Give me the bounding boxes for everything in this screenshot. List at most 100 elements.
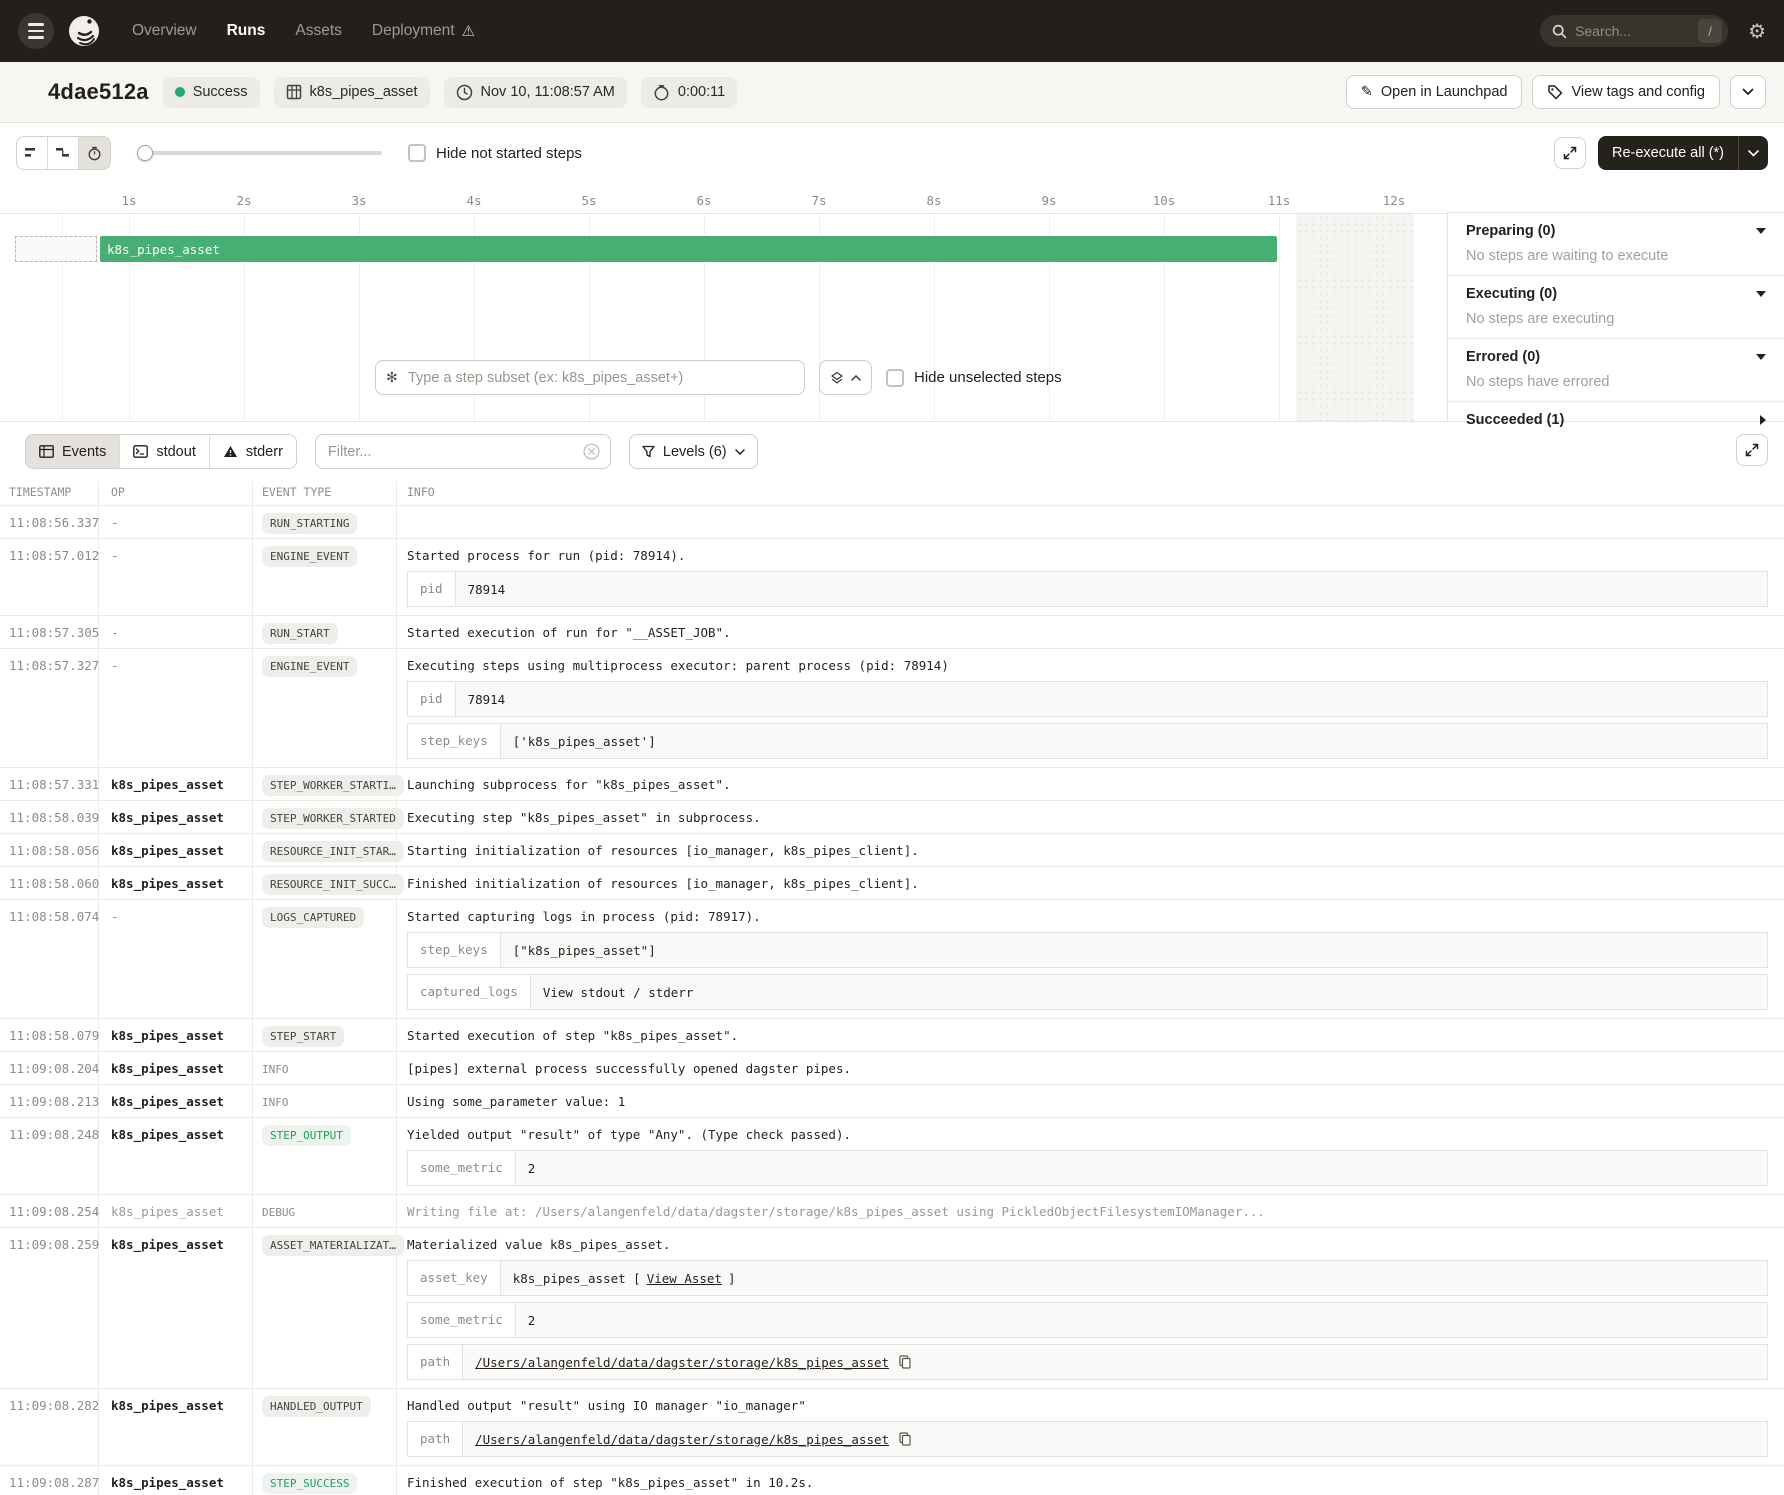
event-row[interactable]: 11:09:08.213k8s_pipes_assetINFOUsing som…	[0, 1084, 1784, 1117]
nav-item-overview[interactable]: Overview	[132, 22, 197, 40]
view-tags-config-button[interactable]: View tags and config	[1532, 75, 1720, 109]
tab-stdout[interactable]: stdout	[120, 435, 210, 468]
levels-dropdown-button[interactable]: Levels (6)	[629, 434, 758, 469]
clock-icon	[456, 84, 473, 101]
event-info-cell: Materialized value k8s_pipes_asset.asset…	[397, 1228, 1784, 1388]
event-row[interactable]: 11:08:58.079k8s_pipes_assetSTEP_STARTSta…	[0, 1018, 1784, 1051]
zoom-slider-knob[interactable]	[137, 145, 153, 161]
hide-not-started-checkbox[interactable]: Hide not started steps	[408, 144, 582, 162]
step-query-options-button[interactable]	[819, 360, 872, 395]
event-type-cell: STEP_WORKER_STARTI…	[253, 768, 397, 800]
copy-icon[interactable]	[899, 1432, 911, 1446]
event-row[interactable]: 11:09:08.248k8s_pipes_assetSTEP_OUTPUTYi…	[0, 1117, 1784, 1194]
event-type-cell: RESOURCE_INIT_SUCC…	[253, 867, 397, 899]
event-op: k8s_pipes_asset	[99, 801, 253, 833]
metadata-key: captured_logs	[408, 975, 531, 1009]
col-info: INFO	[397, 481, 1784, 505]
tab-stderr[interactable]: stderr	[210, 435, 296, 468]
dagster-logo[interactable]	[64, 11, 104, 51]
event-type-chip: DEBUG	[262, 1202, 303, 1223]
hide-unselected-checkbox[interactable]: Hide unselected steps	[886, 369, 1062, 387]
event-row[interactable]: 11:08:58.039k8s_pipes_assetSTEP_WORKER_S…	[0, 800, 1784, 833]
step-subset-input[interactable]	[376, 361, 804, 394]
hide-not-started-label: Hide not started steps	[436, 145, 582, 162]
event-row[interactable]: 11:09:08.204k8s_pipes_assetINFO[pipes] e…	[0, 1051, 1784, 1084]
gantt-section: Hide not started steps Re-execute all (*…	[0, 123, 1784, 421]
nav-item-runs[interactable]: Runs	[227, 22, 266, 40]
event-op: k8s_pipes_asset	[99, 867, 253, 899]
timeline-tick: 9s	[1041, 193, 1056, 208]
gantt-fullscreen-button[interactable]	[1554, 137, 1586, 169]
nav-item-assets[interactable]: Assets	[295, 22, 342, 40]
event-op: k8s_pipes_asset	[99, 1019, 253, 1051]
gantt-view-mode-segmented	[16, 136, 111, 170]
zoom-slider[interactable]	[137, 145, 382, 161]
event-timestamp: 11:08:57.331	[0, 768, 99, 800]
timeline-tick: 10s	[1153, 193, 1176, 208]
checkbox-icon[interactable]	[886, 369, 904, 387]
event-timestamp: 11:09:08.287	[0, 1466, 99, 1495]
event-op: k8s_pipes_asset	[99, 1466, 253, 1495]
metadata-value: 78914	[456, 572, 1767, 606]
start-time-pill: Nov 10, 11:08:57 AM	[444, 77, 627, 108]
clear-filter-icon[interactable]	[583, 443, 600, 460]
chevron-down-icon	[1742, 88, 1754, 96]
search-input[interactable]: Search... /	[1540, 15, 1728, 47]
path-link[interactable]: /Users/alangenfeld/data/dagster/storage/…	[475, 1355, 889, 1370]
event-type-chip: STEP_START	[262, 1026, 344, 1047]
gantt-step-bar[interactable]: k8s_pipes_asset	[100, 236, 1277, 262]
metadata-row: some_metric2	[407, 1150, 1768, 1186]
event-info-cell: Using some_parameter value: 1	[397, 1085, 1784, 1117]
event-row[interactable]: 11:09:08.287k8s_pipes_assetSTEP_SUCCESSF…	[0, 1465, 1784, 1495]
reexecute-dropdown-button[interactable]	[1738, 136, 1768, 170]
event-row[interactable]: 11:08:56.337-RUN_STARTING	[0, 505, 1784, 538]
path-link[interactable]: /Users/alangenfeld/data/dagster/storage/…	[475, 1432, 889, 1447]
event-timestamp: 11:08:57.012	[0, 539, 99, 615]
panel-errored-header[interactable]: Errored (0)	[1448, 339, 1784, 374]
job-pill[interactable]: k8s_pipes_asset	[274, 77, 430, 108]
metadata-row: path/Users/alangenfeld/data/dagster/stor…	[407, 1344, 1768, 1380]
view-waterfall-button[interactable]	[48, 137, 79, 169]
event-row[interactable]: 11:09:08.254k8s_pipes_assetDEBUGWriting …	[0, 1194, 1784, 1227]
chevron-down-icon	[1756, 228, 1766, 234]
view-asset-link[interactable]: View Asset	[647, 1271, 722, 1286]
reexecute-all-button[interactable]: Re-execute all (*)	[1598, 136, 1768, 170]
event-row[interactable]: 11:08:57.305-RUN_STARTStarted execution …	[0, 615, 1784, 648]
copy-icon[interactable]	[899, 1355, 911, 1369]
gear-icon[interactable]: ⚙	[1748, 19, 1766, 44]
event-row[interactable]: 11:09:08.282k8s_pipes_assetHANDLED_OUTPU…	[0, 1388, 1784, 1465]
event-info-text: Starting initialization of resources [io…	[407, 843, 1768, 858]
event-type-cell: STEP_START	[253, 1019, 397, 1051]
events-filter-input[interactable]	[328, 444, 583, 460]
event-row[interactable]: 11:08:58.074-LOGS_CAPTUREDStarted captur…	[0, 899, 1784, 1018]
panel-preparing-header[interactable]: Preparing (0)	[1448, 213, 1784, 248]
view-timed-button[interactable]	[79, 137, 110, 169]
event-row[interactable]: 11:08:57.327-ENGINE_EVENTExecuting steps…	[0, 648, 1784, 767]
metadata-value: View stdout / stderr	[531, 975, 1767, 1009]
events-fullscreen-button[interactable]	[1736, 434, 1768, 466]
search-placeholder: Search...	[1575, 23, 1690, 39]
hamburger-menu-button[interactable]	[18, 13, 54, 49]
tab-events[interactable]: Events	[26, 435, 120, 468]
run-actions-dropdown-button[interactable]	[1730, 75, 1766, 109]
nav-item-deployment[interactable]: Deployment ⚠	[372, 22, 475, 40]
chevron-up-icon	[851, 375, 861, 381]
panel-executing-header[interactable]: Executing (0)	[1448, 276, 1784, 311]
metadata-value: 78914	[456, 682, 1767, 716]
event-row[interactable]: 11:09:08.259k8s_pipes_assetASSET_MATERIA…	[0, 1227, 1784, 1388]
success-dot-icon	[175, 87, 185, 97]
metadata-key: path	[408, 1345, 463, 1379]
checkbox-icon[interactable]	[408, 144, 426, 162]
step-subset-inputbox: ✻	[375, 360, 805, 395]
event-row[interactable]: 11:08:58.060k8s_pipes_assetRESOURCE_INIT…	[0, 866, 1784, 899]
event-type-cell: HANDLED_OUTPUT	[253, 1389, 397, 1465]
event-info-text: Started execution of step "k8s_pipes_ass…	[407, 1028, 1768, 1043]
open-in-launchpad-button[interactable]: ✎ Open in Launchpad	[1346, 75, 1523, 109]
chevron-down-icon	[735, 449, 745, 455]
event-row[interactable]: 11:08:57.012-ENGINE_EVENTStarted process…	[0, 538, 1784, 615]
event-row[interactable]: 11:08:58.056k8s_pipes_assetRESOURCE_INIT…	[0, 833, 1784, 866]
view-flat-button[interactable]	[17, 137, 48, 169]
metadata-value: /Users/alangenfeld/data/dagster/storage/…	[463, 1345, 1767, 1379]
event-row[interactable]: 11:08:57.331k8s_pipes_assetSTEP_WORKER_S…	[0, 767, 1784, 800]
zoom-slider-track[interactable]	[137, 151, 382, 155]
